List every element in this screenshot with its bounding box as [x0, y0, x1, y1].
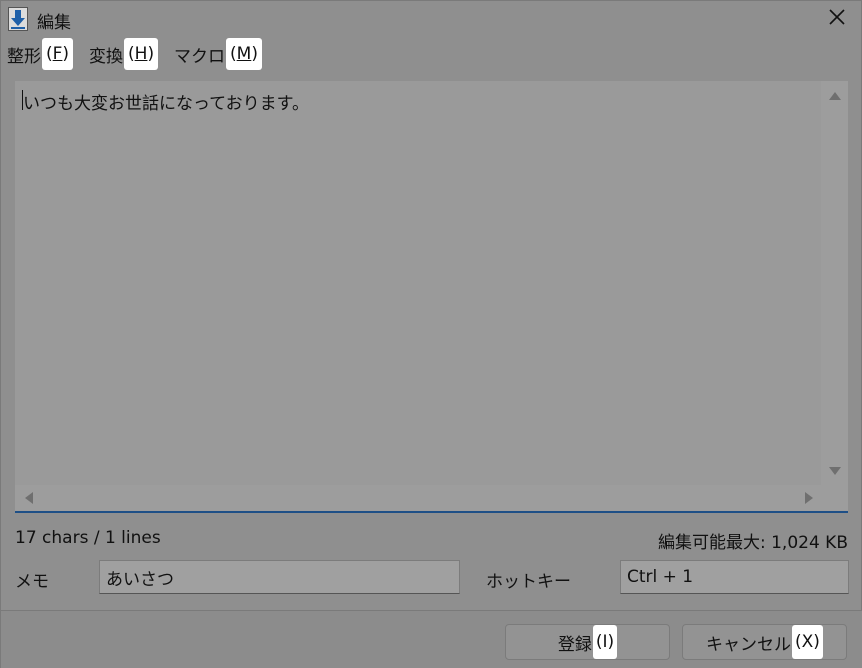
download-arrow-icon [8, 7, 28, 31]
hotkey-label: ホットキー [486, 572, 571, 592]
menu-macro[interactable]: マクロ (M) [174, 37, 262, 71]
edit-dialog: 編集 整形 (F) 変換 (H) マクロ (M) いつも大変お世話になっております。 [0, 0, 862, 668]
text-editor[interactable]: いつも大変お世話になっております。 [15, 81, 848, 513]
horizontal-scrollbar[interactable] [15, 485, 821, 511]
cancel-shortcut: (X) [792, 625, 823, 659]
window-title: 編集 [37, 13, 71, 33]
cancel-button-label: キャンセル [706, 634, 792, 655]
char-line-count: 17 chars / 1 lines [15, 528, 161, 548]
register-shortcut: (I) [592, 625, 618, 659]
menu-macro-shortcut: (M) [226, 38, 262, 70]
scroll-down-arrow-icon[interactable] [829, 467, 841, 475]
menu-macro-label: マクロ [174, 46, 225, 67]
close-icon [829, 9, 845, 29]
menu-convert[interactable]: 変換 (H) [89, 37, 159, 71]
scroll-right-arrow-icon[interactable] [805, 492, 813, 504]
register-button-label: 登録 [557, 634, 592, 655]
menu-convert-label: 変換 [89, 46, 123, 67]
menu-bar: 整形 (F) 変換 (H) マクロ (M) [1, 37, 862, 71]
editor-content: いつも大変お世話になっております。 [23, 94, 309, 114]
vertical-scrollbar[interactable] [821, 81, 848, 485]
menu-format[interactable]: 整形 (F) [7, 37, 74, 71]
memo-label: メモ [15, 572, 49, 592]
max-size-info: 編集可能最大: 1,024 KB [657, 533, 848, 553]
menu-format-label: 整形 [7, 46, 41, 67]
scroll-left-arrow-icon[interactable] [25, 492, 33, 504]
register-button[interactable]: 登録 (I) [505, 624, 670, 660]
menu-convert-shortcut: (H) [124, 38, 159, 70]
menu-format-shortcut: (F) [42, 38, 74, 70]
scroll-up-arrow-icon[interactable] [829, 92, 841, 100]
cancel-button[interactable]: キャンセル (X) [682, 624, 847, 660]
memo-input[interactable] [99, 560, 460, 594]
scroll-corner [821, 485, 848, 511]
title-bar: 編集 [1, 1, 862, 37]
hotkey-input[interactable] [620, 560, 849, 594]
close-button[interactable] [819, 3, 855, 35]
